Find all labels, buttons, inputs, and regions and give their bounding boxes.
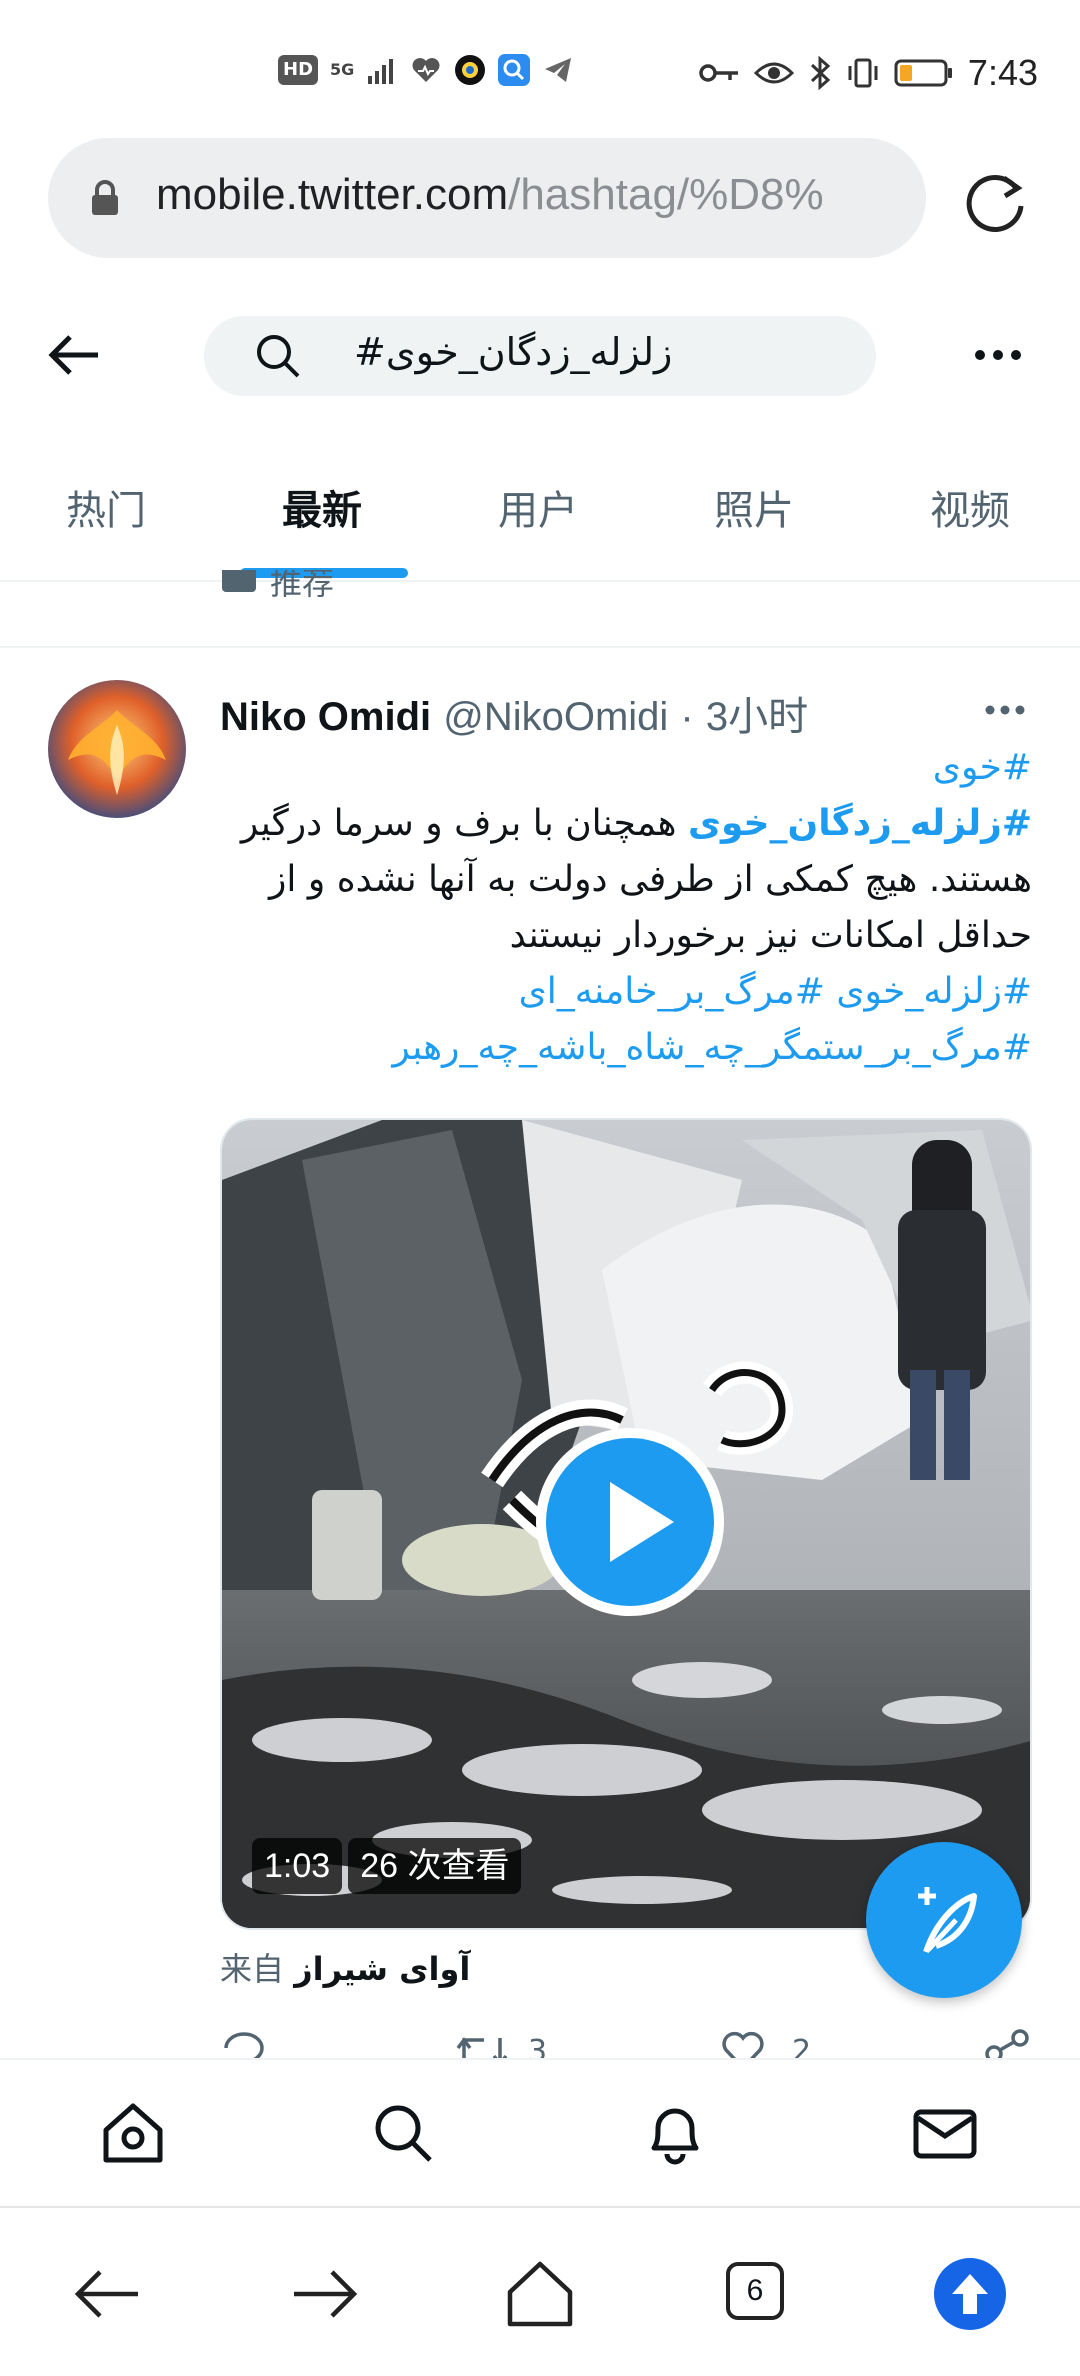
url-text[interactable]: mobile.twitter.com/hashtag/%D8% bbox=[156, 170, 911, 220]
hashtag-link[interactable]: #مرگ_بر_ستمگر_چه_شاه_باشه_چه_رهبر bbox=[392, 1027, 1032, 1068]
telegram-icon bbox=[545, 58, 572, 82]
url-host: mobile.twitter.com bbox=[156, 170, 509, 219]
back-arrow-icon[interactable] bbox=[40, 320, 110, 390]
tweet-text-segment: همچنان با برف و سرما درگیر bbox=[240, 803, 688, 844]
hashtag-link[interactable]: #خوی bbox=[933, 747, 1032, 788]
video-info-badge: 1:03 26 次查看 bbox=[252, 1838, 522, 1894]
health-heart-icon bbox=[412, 58, 440, 82]
tab-latest[interactable]: 最新 bbox=[282, 478, 362, 536]
signal-icon bbox=[368, 59, 394, 84]
eye-icon bbox=[753, 62, 794, 84]
vibrate-icon bbox=[848, 58, 878, 88]
status-right-icons: 7:43 bbox=[698, 52, 1038, 94]
source-account[interactable]: آوای شیراز bbox=[294, 1950, 470, 1988]
hashtag-link[interactable]: #زلزله_خوی bbox=[836, 971, 1032, 1012]
url-path: /hashtag/%D8% bbox=[508, 170, 824, 219]
video-duration: 1:03 bbox=[252, 1838, 343, 1894]
tab-count: 6 bbox=[726, 2262, 784, 2320]
search-tabs: 热门 最新 用户 照片 视频 bbox=[0, 440, 1080, 580]
video-views: 26 次查看 bbox=[348, 1838, 522, 1894]
battery-icon bbox=[894, 59, 952, 87]
play-icon[interactable] bbox=[532, 1424, 728, 1620]
upload-arrow-icon[interactable] bbox=[932, 2256, 1008, 2332]
tweet-text: #خوی #زلزله_زدگان_خوی همچنان با برف و سر… bbox=[220, 740, 1032, 1076]
share-icon[interactable] bbox=[982, 2028, 1032, 2058]
author-name[interactable]: Niko Omidi bbox=[220, 695, 431, 739]
retweet-count: 3 bbox=[528, 2034, 548, 2058]
tweet-header: Niko Omidi @NikoOmidi · 3小时 bbox=[220, 684, 808, 742]
home-icon[interactable] bbox=[98, 2098, 168, 2168]
author-handle[interactable]: @NikoOmidi bbox=[443, 695, 668, 739]
lock-icon bbox=[92, 180, 118, 215]
more-options-icon[interactable] bbox=[968, 330, 1028, 380]
browser-home-icon[interactable] bbox=[502, 2256, 578, 2332]
bluetooth-icon bbox=[810, 56, 831, 90]
search-input[interactable]: #زلزله_زدگان_خوی bbox=[204, 316, 876, 396]
retweet-icon[interactable] bbox=[454, 2028, 510, 2058]
search-icon bbox=[257, 335, 300, 378]
reload-icon[interactable] bbox=[960, 166, 1030, 236]
divider bbox=[0, 646, 1080, 648]
tabs-count-button[interactable]: 6 bbox=[726, 2262, 802, 2338]
promoted-icon bbox=[222, 570, 256, 592]
address-bar[interactable]: mobile.twitter.com/hashtag/%D8% bbox=[48, 138, 926, 258]
tweet-text-segment: هستند. هیچ کمکی از طرفی دولت به آنها نشد… bbox=[269, 859, 1032, 900]
compose-feather-icon bbox=[918, 1887, 977, 1953]
explore-search-icon[interactable] bbox=[368, 2098, 438, 2168]
reply-icon[interactable] bbox=[220, 2028, 270, 2058]
video-player[interactable]: 1:03 26 次查看 bbox=[220, 1118, 1032, 1930]
divider bbox=[0, 580, 1080, 582]
status-left-icons: HD 5G bbox=[278, 54, 574, 86]
tab-top[interactable]: 热门 bbox=[66, 478, 146, 536]
browser-back-icon[interactable] bbox=[70, 2256, 146, 2332]
app-circle-icon bbox=[455, 55, 486, 85]
browser-forward-icon[interactable] bbox=[286, 2256, 362, 2332]
header-separator: · bbox=[680, 695, 694, 739]
key-icon bbox=[699, 64, 738, 82]
search-query-text: #زلزله_زدگان_خوی bbox=[354, 330, 673, 374]
video-source: 来自 آوای شیراز bbox=[220, 1944, 470, 1990]
status-bar: HD 5G 7:43 bbox=[0, 0, 1080, 130]
messages-mail-icon[interactable] bbox=[910, 2098, 980, 2168]
signal-label: 5G bbox=[330, 60, 355, 79]
clock: 7:43 bbox=[967, 52, 1038, 93]
tweet-time[interactable]: 3小时 bbox=[706, 695, 808, 739]
tweet-text-segment: حداقل امکانات نیز برخوردار نیستند bbox=[509, 915, 1032, 956]
like-icon[interactable] bbox=[718, 2028, 768, 2058]
avatar[interactable] bbox=[48, 680, 186, 818]
tweet-more-icon[interactable] bbox=[980, 690, 1030, 730]
tweet-actions: 3 2 bbox=[220, 2024, 1032, 2058]
compose-tweet-button[interactable] bbox=[866, 1842, 1022, 1998]
browser-bottom-nav: 6 bbox=[0, 2206, 1080, 2376]
tab-photos[interactable]: 照片 bbox=[714, 478, 794, 536]
source-prefix: 来自 bbox=[220, 1950, 285, 1988]
search-app-icon bbox=[498, 54, 531, 86]
hd-indicator: HD bbox=[278, 55, 319, 85]
notifications-bell-icon[interactable] bbox=[640, 2098, 710, 2168]
tab-people[interactable]: 用户 bbox=[498, 478, 578, 536]
hashtag-link[interactable]: #مرگ_بر_خامنه_ای bbox=[519, 971, 825, 1012]
hashtag-link[interactable]: #زلزله_زدگان_خوی bbox=[688, 803, 1032, 844]
promoted-label: 推荐 bbox=[222, 570, 334, 610]
like-count: 2 bbox=[792, 2034, 812, 2058]
twitter-bottom-nav bbox=[0, 2058, 1080, 2204]
promoted-text: 推荐 bbox=[270, 570, 335, 602]
tab-videos[interactable]: 视频 bbox=[930, 478, 1010, 536]
